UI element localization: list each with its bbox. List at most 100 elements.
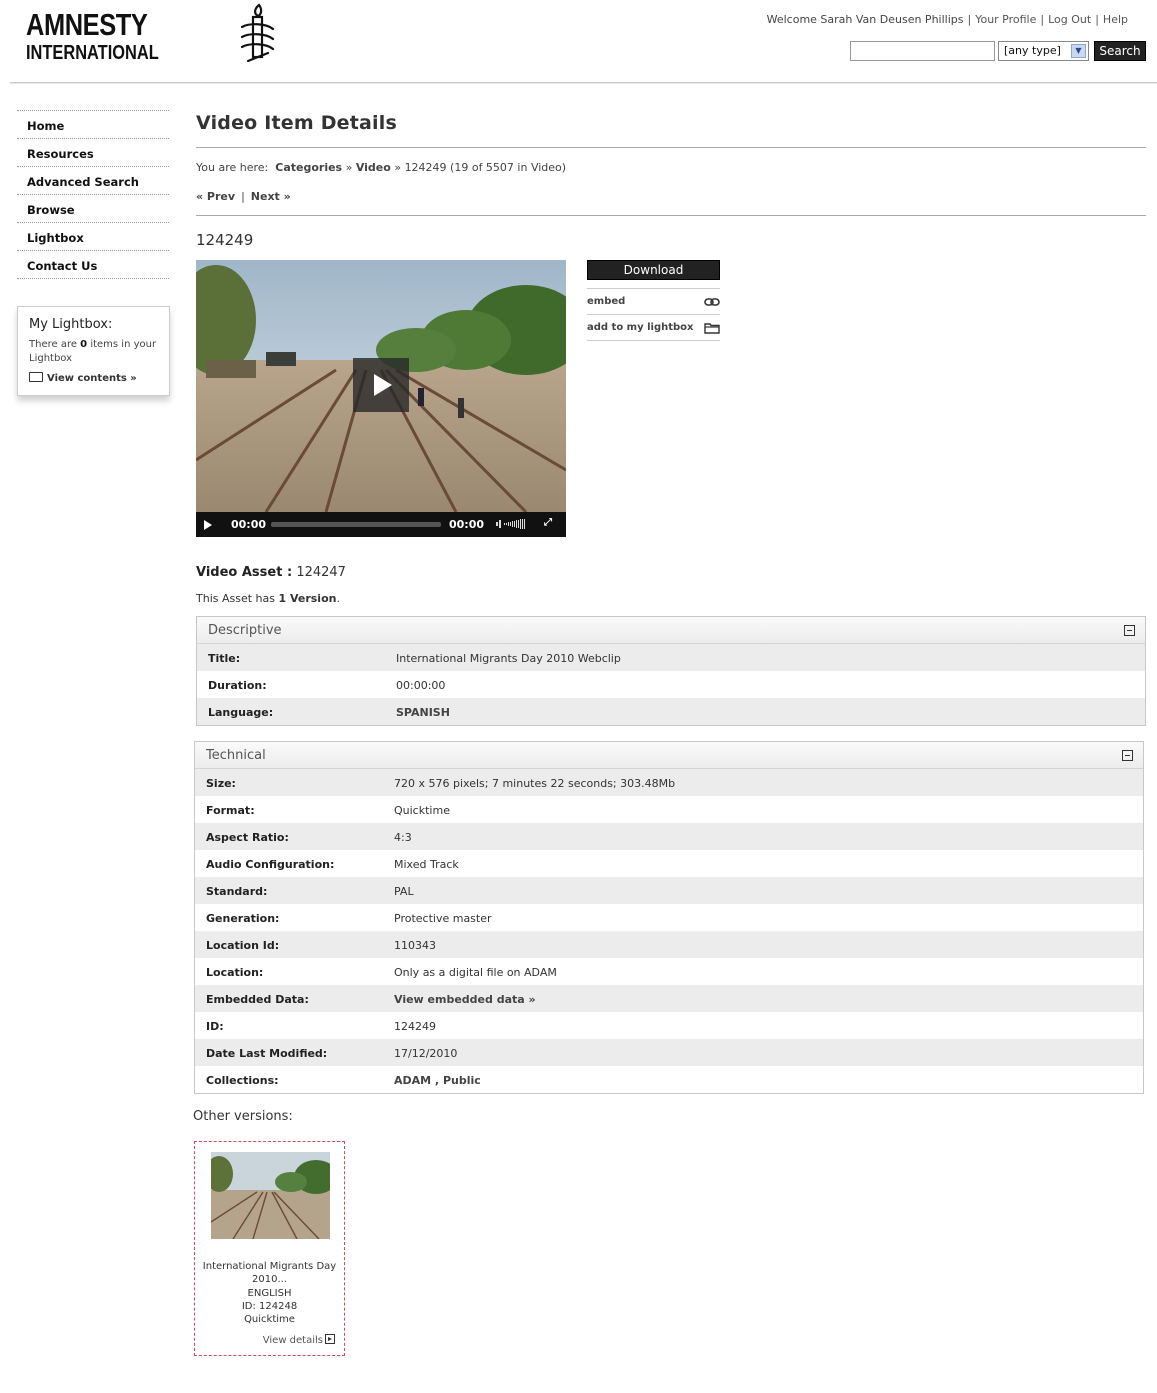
volume-icon[interactable] [496,519,532,529]
technical-title: Technical [206,748,266,763]
version-language: ENGLISH [247,1287,292,1299]
field-value: 17/12/2010 [394,1047,458,1060]
video-asset-label: Video Asset : [196,565,293,580]
lightbox-count-text: There are 0 items in your Lightbox [29,339,157,364]
help-link[interactable]: Help [1103,13,1128,26]
table-row: Size: 720 x 576 pixels; 7 minutes 22 seco… [195,769,1143,796]
other-versions-heading: Other versions: [193,1109,293,1124]
search-input[interactable] [850,41,995,61]
version-card[interactable]: International Migrants Day 2010... ENGLI… [194,1141,345,1356]
amnesty-logo[interactable]: AMNESTY INTERNATIONAL [26,9,188,63]
field-value: Mixed Track [394,858,459,871]
download-button[interactable]: Download [587,260,720,280]
field-value: Quicktime [394,804,450,817]
technical-panel: Technical Size: 720 x 576 pixels; 7 minut… [194,741,1144,1094]
add-to-lightbox-link[interactable]: add to my lightbox [587,314,720,340]
field-value: 124249 [394,1020,436,1033]
video-controls: 00:00 00:00 ⤢ [196,512,566,537]
field-label: Duration: [208,679,267,692]
table-row: ID: 124249 [195,1012,1143,1039]
folder-icon [704,323,720,334]
pagination: « Prev | Next » [196,190,291,203]
field-value: PAL [394,885,414,898]
collapse-icon[interactable] [1122,750,1133,761]
field-value: Protective master [394,912,492,925]
actions-divider [587,340,720,341]
sidebar-nav: Home Resources Advanced Search Browse Li… [17,110,169,279]
version-caption: International Migrants Day 2010... ENGLI… [195,1260,344,1326]
sidebar-item-home[interactable]: Home [17,110,169,138]
collections-links[interactable]: ADAM , Public [394,1074,481,1087]
next-link[interactable]: Next » [251,190,291,203]
page-title: Video Item Details [196,112,397,134]
field-label: Embedded Data: [206,993,309,1006]
view-details-link[interactable]: View details [263,1334,335,1346]
collapse-icon[interactable] [1124,625,1135,636]
your-profile-link[interactable]: Your Profile [975,13,1036,26]
search-button[interactable]: Search [1094,41,1146,61]
field-label: Date Last Modified: [206,1047,328,1060]
view-lightbox-contents-link[interactable]: View contents » [29,372,158,384]
sidebar-item-resources[interactable]: Resources [17,138,169,166]
arrow-right-box-icon [325,1334,335,1344]
video-asset-id: 124247 [296,565,346,580]
view-embedded-data-link[interactable]: View embedded data » [394,993,536,1006]
field-label: Audio Configuration: [206,858,335,871]
descriptive-title: Descriptive [208,623,282,638]
descriptive-rows: Title: International Migrants Day 2010 We… [197,644,1145,725]
table-row: Location Id: 110343 [195,931,1143,958]
field-label: Location: [206,966,264,979]
version-title: International Migrants Day [202,1261,337,1272]
field-label: Aspect Ratio: [206,831,289,844]
table-row: Embedded Data: View embedded data » [195,985,1143,1012]
breadcrumb-prefix: You are here: [196,161,269,174]
embed-label: embed [587,296,626,307]
versions-text: This Asset has 1 Version. [196,592,340,605]
table-row: Location: Only as a digital file on ADAM [195,958,1143,985]
breadcrumb-video[interactable]: Video [356,161,391,174]
table-row: Title: International Migrants Day 2010 We… [197,644,1145,671]
technical-panel-header[interactable]: Technical [195,742,1143,769]
prev-link[interactable]: « Prev [196,190,235,203]
table-row: Audio Configuration: Mixed Track [195,850,1143,877]
field-value: 720 x 576 pixels; 7 minutes 22 seconds; … [394,777,676,790]
breadcrumb-categories[interactable]: Categories [275,161,342,174]
sidebar-item-advanced-search[interactable]: Advanced Search [17,166,169,194]
version-thumbnail-image[interactable] [211,1152,330,1239]
field-label: Location Id: [206,939,280,952]
title-divider [196,147,1146,148]
table-row: Collections: ADAM , Public [195,1066,1143,1093]
add-lightbox-label: add to my lightbox [587,322,694,333]
embed-link[interactable]: embed [587,288,720,314]
breadcrumb: You are here: Categories » Video » 12424… [196,161,567,174]
video-asset-heading: Video Asset : 124247 [196,565,346,580]
video-player[interactable]: 00:00 00:00 ⤢ [196,260,566,537]
asset-type-select[interactable]: [any type] ▼ [998,41,1089,61]
technical-rows: Size: 720 x 576 pixels; 7 minutes 22 seco… [195,769,1143,1093]
log-out-link[interactable]: Log Out [1048,13,1091,26]
play-icon[interactable] [204,520,212,530]
time-current: 00:00 [231,518,267,531]
field-label: Format: [206,804,255,817]
field-label: Collections: [206,1074,279,1087]
table-row: Format: Quicktime [195,796,1143,823]
sidebar-item-lightbox[interactable]: Lightbox [17,222,169,250]
field-value: 00:00:00 [396,679,446,692]
header-divider [10,82,1157,84]
field-label: Generation: [206,912,280,925]
sidebar-item-browse[interactable]: Browse [17,194,169,222]
play-overlay-icon[interactable] [353,358,409,412]
folder-icon [29,372,43,382]
progress-bar[interactable] [271,522,441,527]
table-row: Language: SPANISH [197,698,1145,725]
fullscreen-icon[interactable]: ⤢ [544,517,558,531]
breadcrumb-current: 124249 (19 of 5507 in Video) [404,161,567,174]
logo-line1: AMNESTY [26,7,148,42]
lightbox-title: My Lightbox: [29,317,113,332]
table-row: Date Last Modified: 17/12/2010 [195,1039,1143,1066]
chevron-down-icon[interactable]: ▼ [1071,44,1086,58]
asset-id-heading: 124249 [196,231,254,249]
sidebar-item-contact-us[interactable]: Contact Us [17,250,169,278]
table-row: Generation: Protective master [195,904,1143,931]
descriptive-panel-header[interactable]: Descriptive [197,617,1145,644]
